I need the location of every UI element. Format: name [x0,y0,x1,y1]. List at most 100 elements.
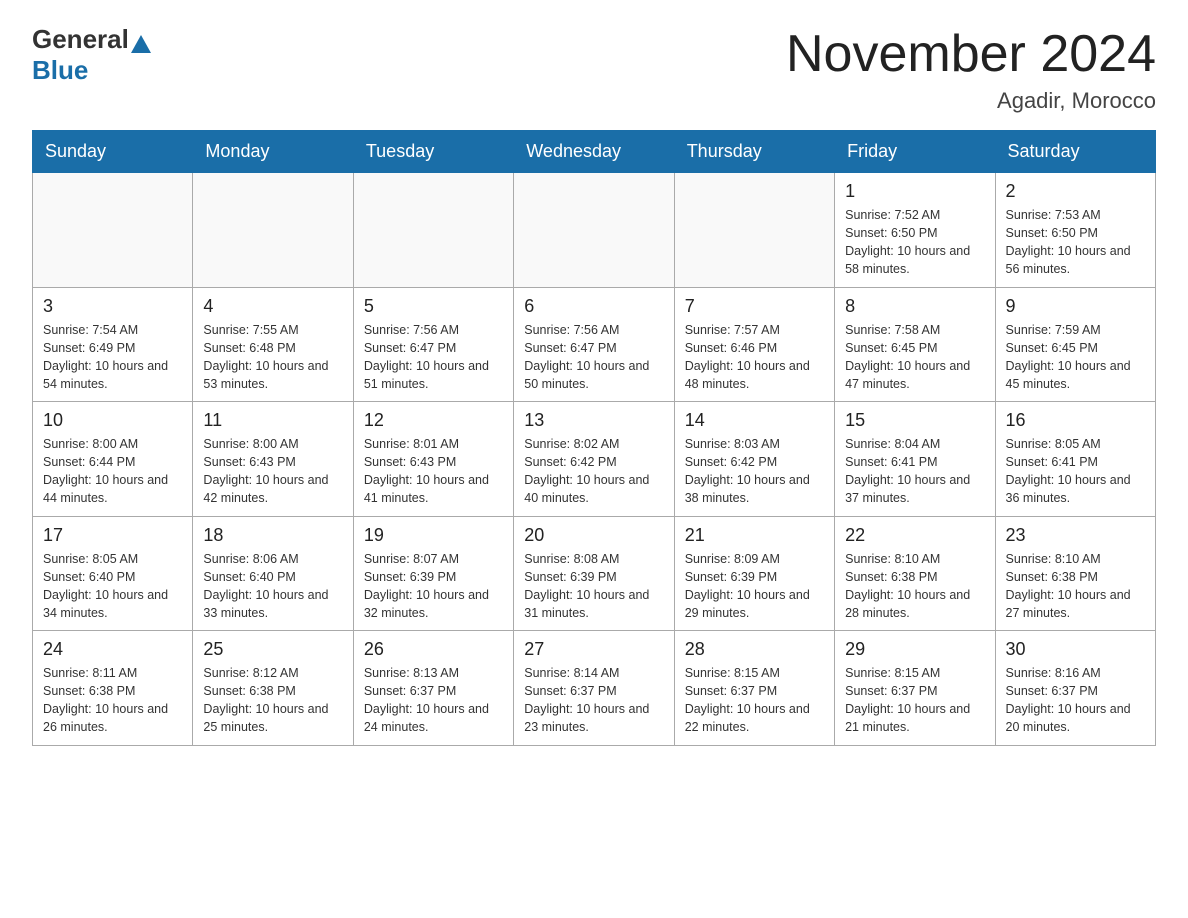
day-info: Sunrise: 8:05 AM Sunset: 6:41 PM Dayligh… [1006,435,1145,508]
day-number: 22 [845,525,984,546]
day-number: 15 [845,410,984,431]
weekday-header-tuesday: Tuesday [353,131,513,173]
month-title: November 2024 [786,24,1156,84]
calendar-cell: 6 Sunrise: 7:56 AM Sunset: 6:47 PM Daylig… [514,287,674,402]
day-info: Sunrise: 8:06 AM Sunset: 6:40 PM Dayligh… [203,550,342,623]
calendar-cell: 24 Sunrise: 8:11 AM Sunset: 6:38 PM Dayli… [33,631,193,746]
day-info: Sunrise: 8:10 AM Sunset: 6:38 PM Dayligh… [1006,550,1145,623]
day-number: 11 [203,410,342,431]
calendar-cell [514,173,674,288]
calendar-cell: 20 Sunrise: 8:08 AM Sunset: 6:39 PM Dayli… [514,516,674,631]
weekday-header-sunday: Sunday [33,131,193,173]
day-info: Sunrise: 8:02 AM Sunset: 6:42 PM Dayligh… [524,435,663,508]
calendar-cell: 1 Sunrise: 7:52 AM Sunset: 6:50 PM Daylig… [835,173,995,288]
calendar-cell: 3Sunrise: 7:54 AM Sunset: 6:49 PM Daylig… [33,287,193,402]
day-info: Sunrise: 8:09 AM Sunset: 6:39 PM Dayligh… [685,550,824,623]
day-number: 17 [43,525,182,546]
week-row-0: 1 Sunrise: 7:52 AM Sunset: 6:50 PM Daylig… [33,173,1156,288]
day-info: Sunrise: 7:58 AM Sunset: 6:45 PM Dayligh… [845,321,984,394]
day-info: Sunrise: 8:11 AM Sunset: 6:38 PM Dayligh… [43,664,182,737]
day-info: Sunrise: 8:15 AM Sunset: 6:37 PM Dayligh… [845,664,984,737]
day-info: Sunrise: 8:16 AM Sunset: 6:37 PM Dayligh… [1006,664,1145,737]
week-row-2: 10 Sunrise: 8:00 AM Sunset: 6:44 PM Dayli… [33,402,1156,517]
day-info: Sunrise: 8:14 AM Sunset: 6:37 PM Dayligh… [524,664,663,737]
day-number: 28 [685,639,824,660]
calendar-cell: 7 Sunrise: 7:57 AM Sunset: 6:46 PM Daylig… [674,287,834,402]
day-info: Sunrise: 8:10 AM Sunset: 6:38 PM Dayligh… [845,550,984,623]
calendar-cell: 16Sunrise: 8:05 AM Sunset: 6:41 PM Dayli… [995,402,1155,517]
day-number: 25 [203,639,342,660]
weekday-header-wednesday: Wednesday [514,131,674,173]
day-number: 13 [524,410,663,431]
calendar-cell: 8 Sunrise: 7:58 AM Sunset: 6:45 PM Daylig… [835,287,995,402]
day-number: 24 [43,639,182,660]
calendar-cell: 5 Sunrise: 7:56 AM Sunset: 6:47 PM Daylig… [353,287,513,402]
page-header: General Blue November 2024 Agadir, Moroc… [32,24,1156,114]
day-info: Sunrise: 7:56 AM Sunset: 6:47 PM Dayligh… [364,321,503,394]
calendar-cell: 23 Sunrise: 8:10 AM Sunset: 6:38 PM Dayli… [995,516,1155,631]
logo-triangle-icon [131,35,151,53]
day-info: Sunrise: 8:00 AM Sunset: 6:44 PM Dayligh… [43,435,182,508]
day-number: 4 [203,296,342,317]
day-info: Sunrise: 8:01 AM Sunset: 6:43 PM Dayligh… [364,435,503,508]
day-number: 23 [1006,525,1145,546]
day-info: Sunrise: 7:57 AM Sunset: 6:46 PM Dayligh… [685,321,824,394]
day-number: 2 [1006,181,1145,202]
day-info: Sunrise: 8:04 AM Sunset: 6:41 PM Dayligh… [845,435,984,508]
day-number: 6 [524,296,663,317]
day-number: 1 [845,181,984,202]
day-number: 7 [685,296,824,317]
day-info: Sunrise: 8:12 AM Sunset: 6:38 PM Dayligh… [203,664,342,737]
calendar-cell: 17 Sunrise: 8:05 AM Sunset: 6:40 PM Dayli… [33,516,193,631]
logo-blue-text: Blue [32,55,151,86]
weekday-header-thursday: Thursday [674,131,834,173]
calendar-cell: 9Sunrise: 7:59 AM Sunset: 6:45 PM Daylig… [995,287,1155,402]
calendar-cell: 19 Sunrise: 8:07 AM Sunset: 6:39 PM Dayli… [353,516,513,631]
calendar-cell: 15 Sunrise: 8:04 AM Sunset: 6:41 PM Dayli… [835,402,995,517]
calendar-cell: 10 Sunrise: 8:00 AM Sunset: 6:44 PM Dayli… [33,402,193,517]
weekday-header-saturday: Saturday [995,131,1155,173]
calendar-cell: 25 Sunrise: 8:12 AM Sunset: 6:38 PM Dayli… [193,631,353,746]
day-info: Sunrise: 8:00 AM Sunset: 6:43 PM Dayligh… [203,435,342,508]
day-number: 10 [43,410,182,431]
week-row-4: 24 Sunrise: 8:11 AM Sunset: 6:38 PM Dayli… [33,631,1156,746]
day-number: 5 [364,296,503,317]
week-row-1: 3Sunrise: 7:54 AM Sunset: 6:49 PM Daylig… [33,287,1156,402]
logo-general-text: General [32,24,129,55]
week-row-3: 17 Sunrise: 8:05 AM Sunset: 6:40 PM Dayli… [33,516,1156,631]
location-title: Agadir, Morocco [786,88,1156,114]
calendar-cell: 11 Sunrise: 8:00 AM Sunset: 6:43 PM Dayli… [193,402,353,517]
day-number: 20 [524,525,663,546]
calendar-cell [353,173,513,288]
day-number: 3 [43,296,182,317]
day-info: Sunrise: 8:08 AM Sunset: 6:39 PM Dayligh… [524,550,663,623]
calendar-cell: 13 Sunrise: 8:02 AM Sunset: 6:42 PM Dayli… [514,402,674,517]
calendar-cell: 22 Sunrise: 8:10 AM Sunset: 6:38 PM Dayli… [835,516,995,631]
weekday-header-monday: Monday [193,131,353,173]
day-info: Sunrise: 8:03 AM Sunset: 6:42 PM Dayligh… [685,435,824,508]
day-number: 29 [845,639,984,660]
day-number: 19 [364,525,503,546]
calendar-cell: 26 Sunrise: 8:13 AM Sunset: 6:37 PM Dayli… [353,631,513,746]
day-number: 27 [524,639,663,660]
day-number: 30 [1006,639,1145,660]
calendar-cell [674,173,834,288]
day-info: Sunrise: 8:05 AM Sunset: 6:40 PM Dayligh… [43,550,182,623]
calendar-cell: 28Sunrise: 8:15 AM Sunset: 6:37 PM Dayli… [674,631,834,746]
day-info: Sunrise: 8:13 AM Sunset: 6:37 PM Dayligh… [364,664,503,737]
day-info: Sunrise: 7:55 AM Sunset: 6:48 PM Dayligh… [203,321,342,394]
logo: General Blue [32,24,151,86]
day-number: 21 [685,525,824,546]
day-number: 18 [203,525,342,546]
day-number: 8 [845,296,984,317]
calendar-cell: 12Sunrise: 8:01 AM Sunset: 6:43 PM Dayli… [353,402,513,517]
calendar-cell: 18 Sunrise: 8:06 AM Sunset: 6:40 PM Dayli… [193,516,353,631]
day-info: Sunrise: 7:52 AM Sunset: 6:50 PM Dayligh… [845,206,984,279]
day-number: 14 [685,410,824,431]
calendar-cell: 30 Sunrise: 8:16 AM Sunset: 6:37 PM Dayli… [995,631,1155,746]
calendar-table: SundayMondayTuesdayWednesdayThursdayFrid… [32,130,1156,746]
day-info: Sunrise: 7:56 AM Sunset: 6:47 PM Dayligh… [524,321,663,394]
calendar-title-section: November 2024 Agadir, Morocco [786,24,1156,114]
day-number: 26 [364,639,503,660]
day-info: Sunrise: 8:07 AM Sunset: 6:39 PM Dayligh… [364,550,503,623]
